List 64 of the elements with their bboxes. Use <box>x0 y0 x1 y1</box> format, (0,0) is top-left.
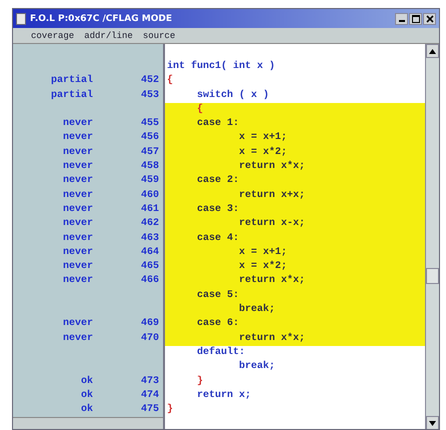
column-header[interactable]: addr/line <box>84 30 133 40</box>
line-number: 456 <box>140 131 160 146</box>
coverage-label: never <box>62 174 93 188</box>
coverage-label: never <box>62 131 93 146</box>
minimize-button[interactable] <box>395 12 408 24</box>
line-number: 464 <box>140 246 160 260</box>
down-arrow-icon <box>429 420 436 426</box>
line-number: 460 <box>140 188 160 203</box>
coverage-label: partial <box>50 74 93 88</box>
code-line: int func1( int x ) <box>166 60 276 74</box>
code-line: switch ( x ) <box>196 88 270 103</box>
column-header[interactable]: source <box>142 30 176 40</box>
line-number: 466 <box>140 274 160 288</box>
line-number: 475 <box>140 403 160 418</box>
coverage-label: ok <box>80 403 93 418</box>
column-header[interactable]: coverage <box>31 30 74 40</box>
code-line: return x; <box>196 388 252 403</box>
code-line: } <box>196 374 204 389</box>
close-icon <box>426 14 434 22</box>
scroll-up-button[interactable] <box>426 44 439 58</box>
close-button[interactable] <box>423 12 436 24</box>
line-number: 473 <box>140 374 160 389</box>
coverage-label: never <box>62 202 93 217</box>
line-number: 458 <box>140 160 160 174</box>
coverage-label: never <box>62 160 93 174</box>
line-number: 470 <box>140 332 160 346</box>
code-line: } <box>166 403 174 418</box>
line-number: 452 <box>140 74 160 88</box>
coverage-label: never <box>62 117 93 132</box>
coverage-label: never <box>62 332 93 346</box>
scroll-thumb[interactable] <box>426 268 439 284</box>
horizontal-scrollbar[interactable] <box>13 417 163 429</box>
code-line: { <box>166 74 174 88</box>
line-number: 453 <box>140 88 160 103</box>
code-line: default: <box>196 346 246 360</box>
coverage-label: partial <box>50 88 93 103</box>
line-number: 455 <box>140 117 160 132</box>
app-icon <box>16 12 26 24</box>
line-number: 463 <box>140 232 160 246</box>
line-number: 461 <box>140 202 160 217</box>
coverage-label: never <box>62 260 93 274</box>
line-number: 462 <box>140 217 160 232</box>
coverage-label: never <box>62 246 93 260</box>
up-arrow-icon <box>429 48 436 54</box>
maximize-icon <box>412 14 420 22</box>
line-number: 457 <box>140 146 160 160</box>
vertical-scrollbar[interactable] <box>425 44 439 429</box>
line-number: 465 <box>140 260 160 274</box>
maximize-button[interactable] <box>409 12 422 24</box>
line-number: 459 <box>140 174 160 188</box>
coverage-label: ok <box>80 374 93 389</box>
coverage-label: ok <box>80 388 93 403</box>
line-number: 474 <box>140 388 160 403</box>
coverage-label: never <box>62 232 93 246</box>
coverage-label: never <box>62 317 93 332</box>
window-title: F.O.L P:0x67C /CFLAG MODE <box>30 14 173 24</box>
coverage-label: never <box>62 274 93 288</box>
scroll-down-button[interactable] <box>426 416 439 429</box>
line-number: 469 <box>140 317 160 332</box>
coverage-label: never <box>62 188 93 203</box>
coverage-label: never <box>62 217 93 232</box>
code-line: break; <box>238 360 276 374</box>
coverage-label: never <box>62 146 93 160</box>
minimize-icon <box>398 20 404 22</box>
